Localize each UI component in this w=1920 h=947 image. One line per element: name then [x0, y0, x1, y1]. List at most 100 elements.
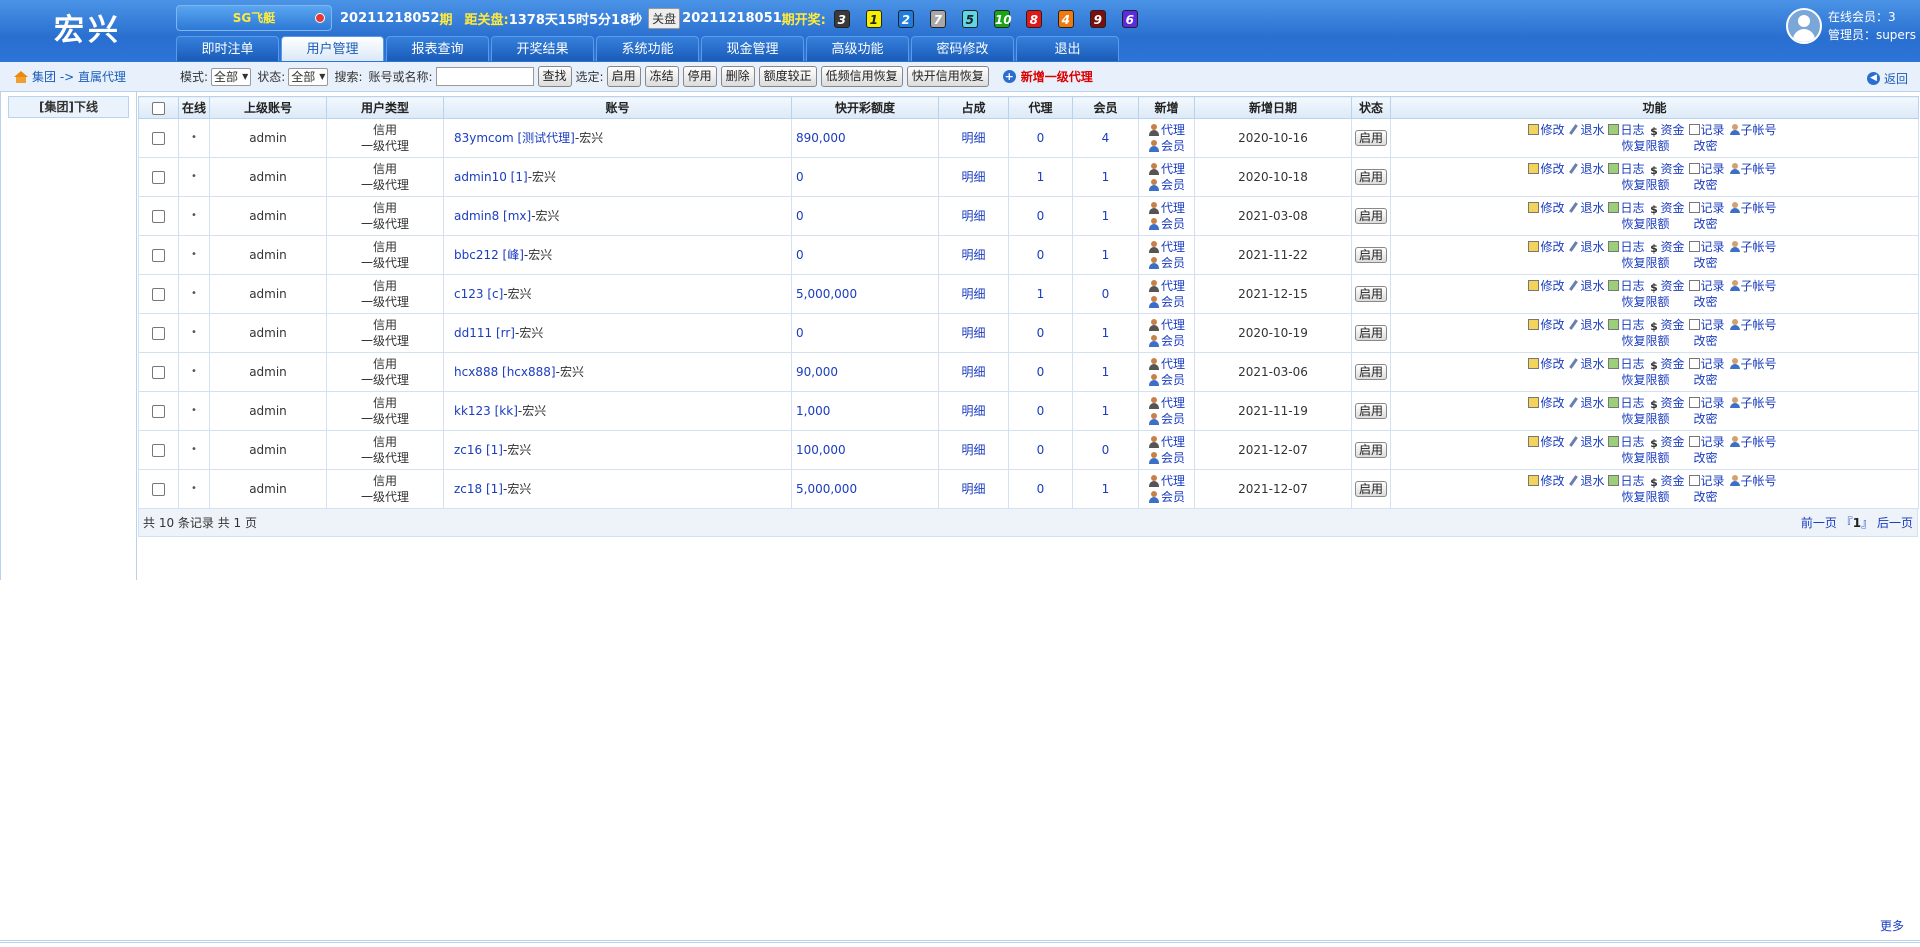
member-count-link[interactable]: 1: [1072, 391, 1139, 431]
member-count-link[interactable]: 1: [1072, 196, 1139, 236]
row-checkbox[interactable]: [152, 327, 165, 340]
restore-or-password-link[interactable]: 恢复限额: [1621, 217, 1669, 231]
add-member-link[interactable]: 会员: [1139, 411, 1194, 427]
agent-count-link[interactable]: 0: [1008, 352, 1073, 392]
agent-count-link[interactable]: 0: [1008, 313, 1073, 353]
function-link-2[interactable]: 日志: [1608, 318, 1645, 332]
function-link-1[interactable]: 退水: [1568, 201, 1604, 215]
function-link-5[interactable]: 子帐号: [1729, 240, 1777, 254]
function-link-5[interactable]: 子帐号: [1729, 474, 1777, 488]
add-agent-link[interactable]: 代理: [1139, 200, 1194, 216]
function-link-4[interactable]: 记录: [1688, 318, 1725, 332]
quick-quota-link[interactable]: 0: [791, 196, 939, 236]
member-count-link[interactable]: 1: [1072, 235, 1139, 275]
restore-or-password-link[interactable]: 恢复限额: [1621, 295, 1669, 309]
nav-tab-3[interactable]: 开奖结果: [491, 36, 594, 61]
row-checkbox[interactable]: [152, 405, 165, 418]
row-checkbox[interactable]: [152, 288, 165, 301]
nav-tab-4[interactable]: 系统功能: [596, 36, 699, 61]
bulk-action-button[interactable]: 低频信用恢复: [820, 66, 903, 87]
status-toggle-button[interactable]: 启用: [1354, 442, 1387, 458]
function-link-2[interactable]: 日志: [1608, 396, 1645, 410]
restore-or-password-link[interactable]: 改密: [1694, 373, 1718, 387]
function-link-2[interactable]: 日志: [1608, 279, 1645, 293]
function-link-5[interactable]: 子帐号: [1729, 435, 1777, 449]
restore-or-password-link[interactable]: 改密: [1694, 412, 1718, 426]
function-link-5[interactable]: 子帐号: [1729, 162, 1777, 176]
game-selector[interactable]: SG飞艇: [176, 5, 332, 31]
restore-or-password-link[interactable]: 改密: [1694, 139, 1718, 153]
nav-tab-8[interactable]: 退出: [1016, 36, 1119, 61]
status-toggle-button[interactable]: 启用: [1354, 325, 1387, 341]
row-checkbox[interactable]: [152, 444, 165, 457]
function-link-0[interactable]: 修改: [1528, 123, 1564, 137]
quick-quota-link[interactable]: 5,000,000: [791, 469, 939, 509]
account-link[interactable]: bbc212 [峰]: [454, 248, 524, 262]
share-detail-link[interactable]: 明细: [938, 391, 1009, 431]
function-link-0[interactable]: 修改: [1528, 240, 1564, 254]
member-count-link[interactable]: 0: [1072, 430, 1139, 470]
function-link-1[interactable]: 退水: [1568, 240, 1604, 254]
agent-count-link[interactable]: 0: [1008, 391, 1073, 431]
add-agent-link[interactable]: 代理: [1139, 356, 1194, 372]
add-agent-link[interactable]: 代理: [1139, 434, 1194, 450]
restore-or-password-link[interactable]: 改密: [1694, 334, 1718, 348]
quick-quota-link[interactable]: 100,000: [791, 430, 939, 470]
function-link-1[interactable]: 退水: [1568, 123, 1604, 137]
nav-tab-6[interactable]: 高级功能: [806, 36, 909, 61]
function-link-4[interactable]: 记录: [1688, 396, 1725, 410]
search-input[interactable]: [435, 67, 534, 86]
function-link-2[interactable]: 日志: [1608, 474, 1645, 488]
function-link-4[interactable]: 记录: [1688, 279, 1725, 293]
breadcrumb[interactable]: 集团 -> 直属代理: [0, 68, 180, 85]
function-link-5[interactable]: 子帐号: [1729, 279, 1777, 293]
restore-or-password-link[interactable]: 恢复限额: [1621, 373, 1669, 387]
function-link-3[interactable]: $ 资金: [1649, 396, 1684, 410]
add-member-link[interactable]: 会员: [1139, 255, 1194, 271]
account-link[interactable]: kk123 [kk]: [454, 404, 518, 418]
quick-quota-link[interactable]: 0: [791, 157, 939, 197]
account-link[interactable]: zc16 [1]: [454, 443, 503, 457]
function-link-0[interactable]: 修改: [1528, 279, 1564, 293]
agent-count-link[interactable]: 0: [1008, 118, 1073, 158]
function-link-4[interactable]: 记录: [1688, 474, 1725, 488]
account-link[interactable]: zc18 [1]: [454, 482, 503, 496]
restore-or-password-link[interactable]: 恢复限额: [1621, 412, 1669, 426]
back-link[interactable]: ◀ 返回: [1866, 70, 1908, 87]
bulk-action-button[interactable]: 快开信用恢复: [906, 66, 989, 87]
restore-or-password-link[interactable]: 改密: [1694, 217, 1718, 231]
restore-or-password-link[interactable]: 恢复限额: [1621, 178, 1669, 192]
nav-tab-2[interactable]: 报表查询: [386, 36, 489, 61]
function-link-5[interactable]: 子帐号: [1729, 396, 1777, 410]
row-checkbox[interactable]: [152, 132, 165, 145]
row-checkbox[interactable]: [152, 249, 165, 262]
member-count-link[interactable]: 1: [1072, 313, 1139, 353]
restore-or-password-link[interactable]: 改密: [1694, 295, 1718, 309]
bulk-action-button[interactable]: 停用: [682, 66, 717, 87]
add-agent-link[interactable]: 代理: [1139, 278, 1194, 294]
status-toggle-button[interactable]: 启用: [1354, 247, 1387, 263]
function-link-1[interactable]: 退水: [1568, 396, 1604, 410]
function-link-0[interactable]: 修改: [1528, 435, 1564, 449]
function-link-3[interactable]: $ 资金: [1649, 474, 1684, 488]
quick-quota-link[interactable]: 0: [791, 313, 939, 353]
agent-count-link[interactable]: 0: [1008, 430, 1073, 470]
share-detail-link[interactable]: 明细: [938, 352, 1009, 392]
function-link-0[interactable]: 修改: [1528, 357, 1564, 371]
function-link-5[interactable]: 子帐号: [1729, 357, 1777, 371]
add-agent-link[interactable]: 代理: [1139, 317, 1194, 333]
add-member-link[interactable]: 会员: [1139, 489, 1194, 505]
nav-tab-5[interactable]: 现金管理: [701, 36, 804, 61]
restore-or-password-link[interactable]: 恢复限额: [1621, 334, 1669, 348]
function-link-1[interactable]: 退水: [1568, 279, 1604, 293]
function-link-0[interactable]: 修改: [1528, 162, 1564, 176]
status-toggle-button[interactable]: 启用: [1354, 286, 1387, 302]
quick-quota-link[interactable]: 0: [791, 235, 939, 275]
function-link-4[interactable]: 记录: [1688, 123, 1725, 137]
function-link-1[interactable]: 退水: [1568, 435, 1604, 449]
add-member-link[interactable]: 会员: [1139, 216, 1194, 232]
agent-count-link[interactable]: 1: [1008, 157, 1073, 197]
row-checkbox[interactable]: [152, 366, 165, 379]
function-link-4[interactable]: 记录: [1688, 357, 1725, 371]
function-link-4[interactable]: 记录: [1688, 240, 1725, 254]
